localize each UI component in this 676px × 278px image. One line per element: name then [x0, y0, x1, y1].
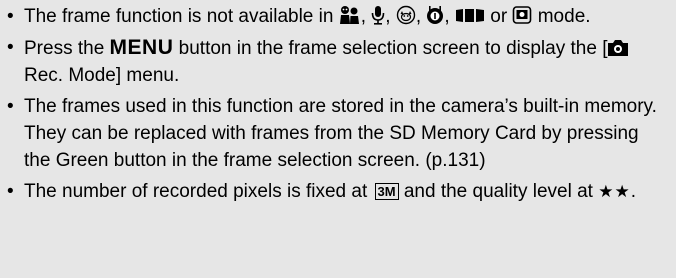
note-text: The frame function is not available in [24, 6, 334, 27]
bullet: • [7, 181, 14, 202]
bullet: • [7, 96, 14, 117]
food-mode-icon [426, 5, 444, 25]
note-menu-button: • Press the MENU button in the frame sel… [7, 34, 668, 93]
notes-panel: • The frame function is not available in… [0, 0, 676, 278]
resolution-3m-icon: 3M [374, 183, 399, 200]
digital-panorama-icon [455, 5, 485, 25]
note-text: The frames used in this function are sto… [24, 96, 657, 171]
notes-list: • The frame function is not available in… [7, 3, 668, 210]
voice-memo-icon [371, 5, 385, 25]
bullet: • [7, 37, 14, 58]
menu-key-label: MENU [109, 36, 174, 59]
quality-stars-icon: ★★ [598, 182, 631, 202]
note-frame-storage: • The frames used in this function are s… [7, 93, 668, 178]
camera-icon [607, 39, 629, 57]
note-recorded-pixels: • The number of recorded pixels is fixed… [7, 178, 668, 210]
note-mode-restriction: • The frame function is not available in… [7, 3, 668, 34]
pet-mode-icon [396, 5, 416, 25]
bullet: • [7, 6, 14, 27]
frame-composite-icon [512, 5, 532, 25]
kids-mode-icon [339, 5, 361, 25]
